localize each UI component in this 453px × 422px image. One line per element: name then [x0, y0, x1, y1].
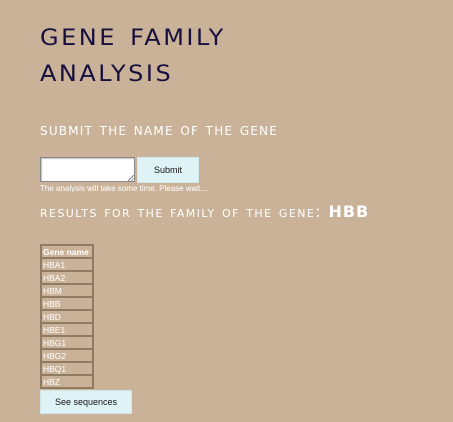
page-title-line-2: Analysis	[40, 52, 174, 90]
gene-family-table: Gene name HBA1 HBA2 HBM HBB HBD HBE1 HBG…	[40, 244, 94, 389]
gene-cell: HBZ	[41, 375, 93, 388]
gene-cell: HBM	[41, 284, 93, 297]
column-header-gene-name: Gene name	[41, 245, 93, 258]
see-sequences-button[interactable]: See sequences	[40, 390, 132, 414]
gene-cell: HBD	[41, 310, 93, 323]
gene-cell: HBQ1	[41, 362, 93, 375]
wait-note: The analysis will take some time. Please…	[40, 184, 209, 193]
resize-grip-icon[interactable]	[128, 175, 134, 181]
page-title-line-1: Gene Family	[40, 16, 226, 54]
results-gene-name: HBB	[328, 202, 370, 221]
gene-input-wrapper	[40, 157, 135, 182]
gene-cell: HBB	[41, 297, 93, 310]
results-heading: Results for the family of the gene: HBB	[40, 203, 440, 221]
table-row: HBQ1	[41, 362, 93, 375]
table-header-row: Gene name	[41, 245, 93, 258]
table-row: HBA2	[41, 271, 93, 284]
gene-cell: HBA1	[41, 258, 93, 271]
table-row: HBZ	[41, 375, 93, 388]
gene-cell: HBA2	[41, 271, 93, 284]
table-row: HBE1	[41, 323, 93, 336]
table-row: HBB	[41, 297, 93, 310]
results-heading-text: Results for the family of the gene:	[40, 202, 329, 221]
table-row: HBM	[41, 284, 93, 297]
table-row: HBG2	[41, 349, 93, 362]
table-row: HBA1	[41, 258, 93, 271]
gene-cell: HBG2	[41, 349, 93, 362]
gene-cell: HBE1	[41, 323, 93, 336]
gene-cell: HBG1	[41, 336, 93, 349]
table-row: HBG1	[41, 336, 93, 349]
gene-name-input[interactable]	[40, 157, 135, 182]
table-row: HBD	[41, 310, 93, 323]
submit-heading: Submit the name of the gene	[40, 120, 279, 140]
submit-button[interactable]: Submit	[137, 157, 199, 183]
page-title: Gene Family Analysis	[40, 17, 226, 90]
